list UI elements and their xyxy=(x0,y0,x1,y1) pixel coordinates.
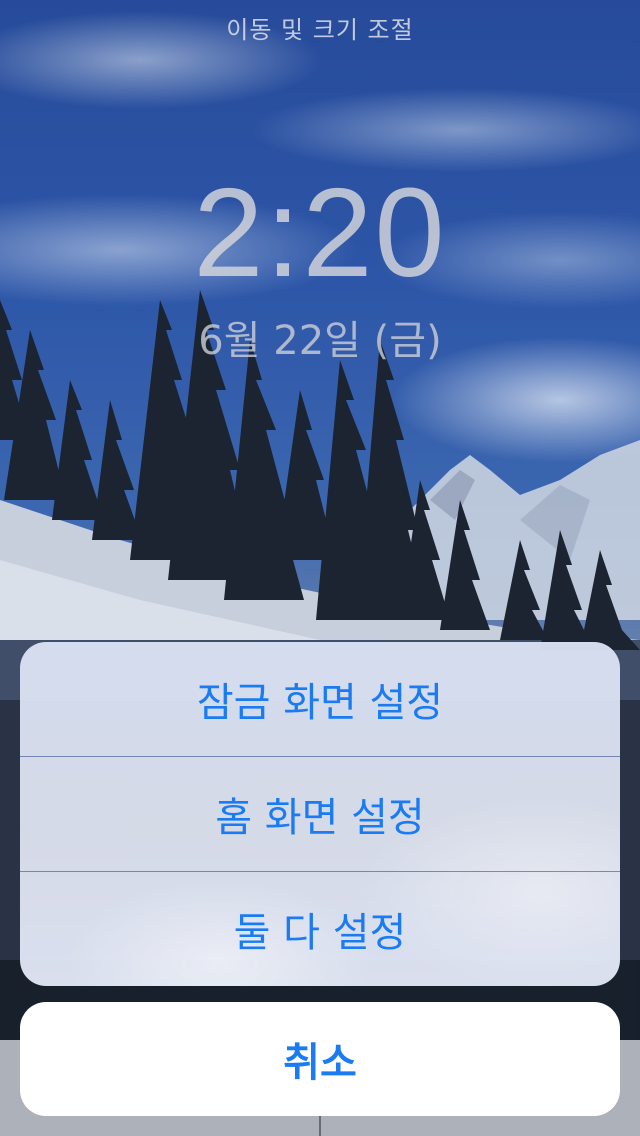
move-and-scale-hint: 이동 및 크기 조절 xyxy=(226,16,414,44)
set-home-screen-button[interactable]: 홈 화면 설정 xyxy=(20,757,620,871)
clock-date: 6월 22일 (금) xyxy=(198,318,442,364)
wallpaper-preview-screen: 이동 및 크기 조절 2:20 6월 22일 (금) 잠금 화면 설정 홈 화면… xyxy=(0,0,640,1136)
set-lock-screen-button[interactable]: 잠금 화면 설정 xyxy=(20,642,620,756)
clock-time: 2:20 xyxy=(193,162,447,303)
action-sheet: 잠금 화면 설정 홈 화면 설정 둘 다 설정 xyxy=(20,642,620,986)
cancel-button[interactable]: 취소 xyxy=(20,1002,620,1116)
set-both-button[interactable]: 둘 다 설정 xyxy=(20,872,620,986)
